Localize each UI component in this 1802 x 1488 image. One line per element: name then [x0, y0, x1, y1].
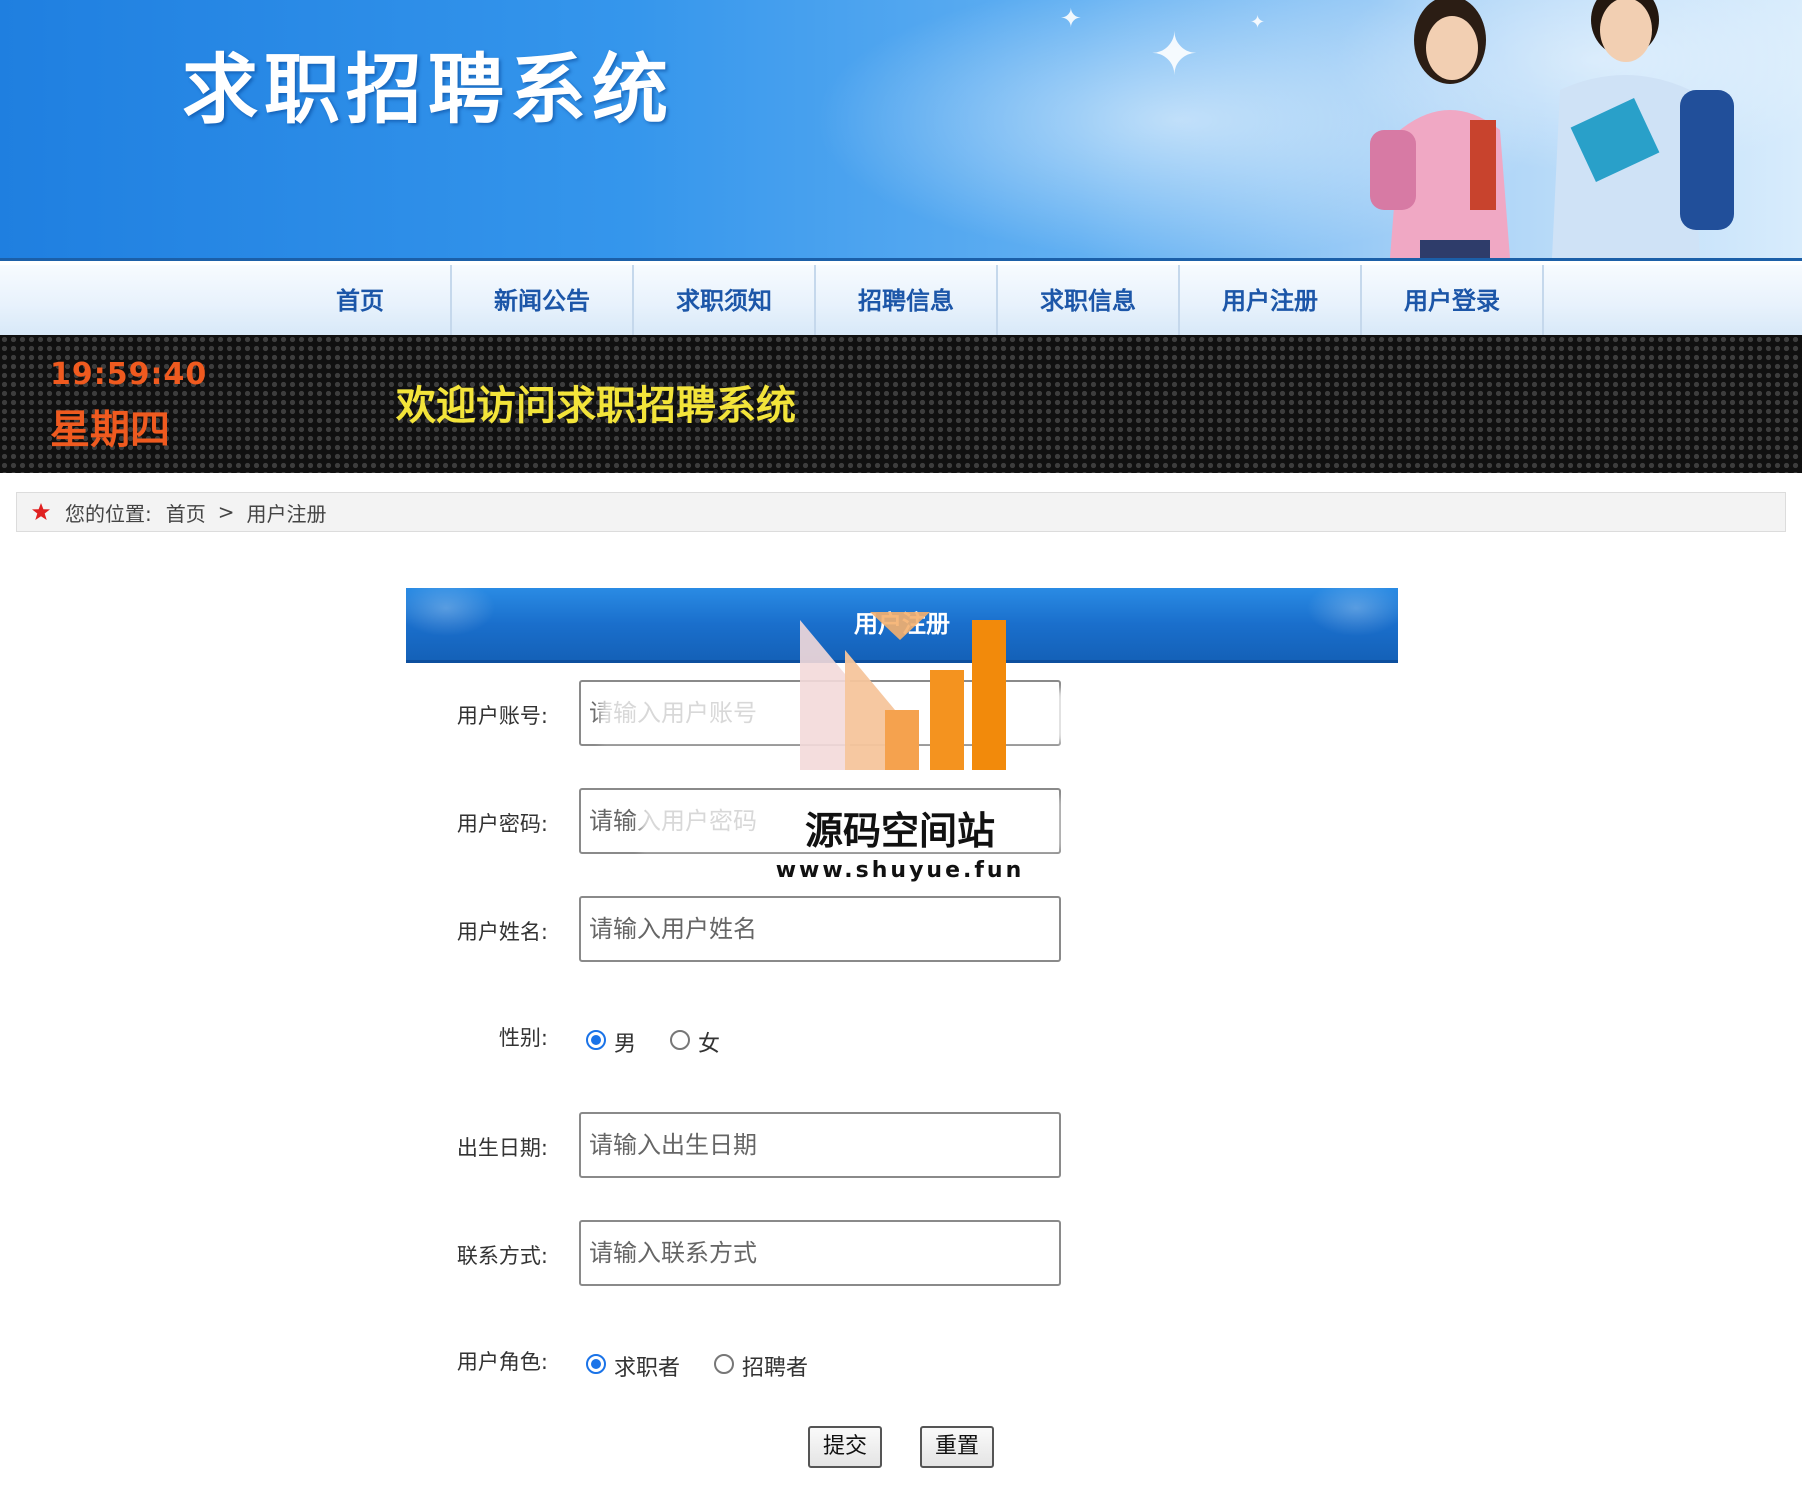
- submit-button[interactable]: 提交: [808, 1426, 882, 1468]
- role-radio-group: 求职者 招聘者: [586, 1346, 842, 1382]
- birthdate-input[interactable]: [579, 1112, 1061, 1178]
- main-nav: 首页 新闻公告 求职须知 招聘信息 求职信息 用户注册 用户登录: [0, 263, 1802, 337]
- breadcrumb-prefix: 您的位置:: [65, 501, 152, 526]
- role-row: 用户角色: 求职者 招聘者: [406, 1340, 1398, 1390]
- sparkle-icon: ✦: [1250, 12, 1266, 33]
- breadcrumb-separator: >: [217, 500, 235, 524]
- clock-time: 19:59:40: [50, 357, 208, 392]
- welcome-text: 欢迎访问求职招聘系统: [396, 383, 796, 429]
- gender-radio-group: 男 女: [586, 1022, 754, 1058]
- name-row: 用户姓名:: [406, 896, 1398, 962]
- birthdate-row: 出生日期:: [406, 1112, 1398, 1178]
- nav-menu: 首页 新闻公告 求职须知 招聘信息 求职信息 用户注册 用户登录: [270, 265, 1544, 337]
- site-title: 求职招聘系统: [182, 45, 674, 134]
- name-label: 用户姓名:: [456, 920, 548, 944]
- nav-item-login[interactable]: 用户登录: [1362, 265, 1544, 337]
- clock-weekday: 星期四: [50, 407, 170, 453]
- breadcrumb-home-link[interactable]: 首页: [166, 498, 206, 527]
- sparkle-icon: ✦: [1060, 4, 1082, 34]
- nav-item-news[interactable]: 新闻公告: [452, 265, 634, 337]
- gender-female-label[interactable]: 女: [698, 1026, 720, 1058]
- gender-row: 性别: 男 女: [406, 1016, 1398, 1066]
- role-jobseeker-label[interactable]: 求职者: [614, 1350, 680, 1382]
- role-jobseeker-radio[interactable]: [586, 1354, 606, 1374]
- watermark-logo-icon: [800, 612, 1006, 770]
- contact-label: 联系方式:: [456, 1244, 548, 1268]
- header-banner: 求职招聘系统 ✦ ✦ ✦: [0, 0, 1802, 261]
- name-input[interactable]: [579, 896, 1061, 962]
- breadcrumb: 您的位置: 首页 > 用户注册: [16, 492, 1786, 532]
- nav-item-register[interactable]: 用户注册: [1180, 265, 1362, 337]
- contact-row: 联系方式:: [406, 1220, 1398, 1286]
- role-recruiter-radio[interactable]: [714, 1354, 735, 1374]
- gender-male-label[interactable]: 男: [614, 1026, 636, 1058]
- account-label: 用户账号:: [456, 704, 548, 728]
- gender-male-radio[interactable]: [586, 1030, 606, 1050]
- nav-item-recruitment[interactable]: 招聘信息: [816, 265, 998, 337]
- star-icon: [32, 503, 50, 520]
- role-label: 用户角色:: [456, 1350, 548, 1374]
- sparkle-icon: ✦: [1150, 20, 1199, 88]
- birthdate-label: 出生日期:: [456, 1136, 548, 1160]
- gender-label: 性别:: [498, 1026, 548, 1050]
- watermark-brand: 源码空间站: [804, 809, 995, 853]
- reset-button[interactable]: 重置: [920, 1426, 994, 1468]
- role-recruiter-label[interactable]: 招聘者: [742, 1350, 808, 1382]
- nav-item-job-seeking[interactable]: 求职信息: [998, 265, 1180, 337]
- led-marquee: 19:59:40 星期四 欢迎访问求职招聘系统: [0, 335, 1802, 473]
- breadcrumb-current: 用户注册: [246, 501, 327, 526]
- students-illustration: [1370, 0, 1734, 258]
- password-label: 用户密码:: [456, 812, 548, 836]
- contact-input[interactable]: [579, 1220, 1061, 1286]
- nav-item-job-guide[interactable]: 求职须知: [634, 265, 816, 337]
- watermark-url: www.shuyue.fun: [775, 858, 1025, 883]
- gender-female-radio[interactable]: [670, 1030, 691, 1050]
- nav-item-home[interactable]: 首页: [270, 265, 452, 337]
